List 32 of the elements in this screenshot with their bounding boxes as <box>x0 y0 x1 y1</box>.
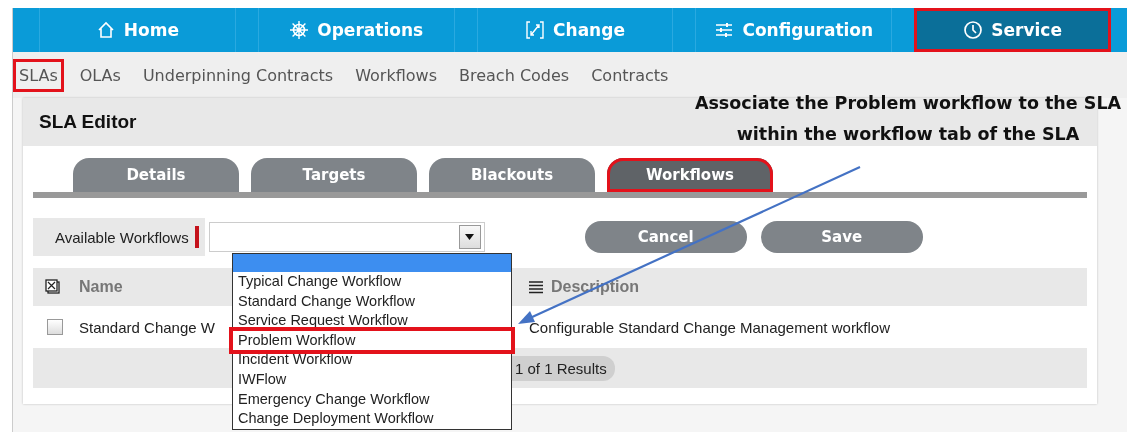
editor-tab[interactable]: Details <box>73 158 239 192</box>
select-all-icon[interactable] <box>45 279 61 295</box>
action-button[interactable]: Cancel <box>584 221 747 253</box>
caret-icon <box>465 234 475 240</box>
dropdown-option[interactable]: Emergency Change Workflow <box>233 389 511 410</box>
annotation-text: Associate the Problem workflow to the SLA within the workflow tab of the SLA <box>693 92 1123 146</box>
subnav-link[interactable]: Breach Codes <box>453 58 576 92</box>
list-icon <box>529 280 543 294</box>
subnav-link[interactable]: OLAs <box>73 58 127 92</box>
arrows-icon <box>525 20 546 40</box>
action-button[interactable]: Save <box>760 221 923 253</box>
dropdown-option[interactable]: Service Request Workflow <box>233 311 511 331</box>
subnav-link[interactable]: SLAs <box>13 58 64 92</box>
editor-tab[interactable]: Workflows <box>607 158 773 192</box>
editor-tab[interactable]: Blackouts <box>429 158 595 192</box>
ship-wheel-icon <box>289 20 310 40</box>
field-label-text: Available Workflows <box>55 228 189 246</box>
table-cell: Configurable Standard Change Management workflow <box>529 318 891 336</box>
subnav-link[interactable]: Contracts <box>585 58 675 92</box>
dropdown-button[interactable] <box>458 225 481 249</box>
panel-title: SLA Editor <box>39 111 137 133</box>
clock-icon <box>963 20 984 40</box>
row-checkbox[interactable] <box>47 319 63 335</box>
editor-tab[interactable]: Targets <box>251 158 417 192</box>
subnav-link[interactable]: Underpinning Contracts <box>136 58 340 92</box>
dropdown-option[interactable]: Change Deployment Workflow <box>233 409 511 429</box>
table-cell: Standard Change W <box>79 318 215 336</box>
subnav-link[interactable]: Workflows <box>349 58 443 92</box>
sliders-icon <box>714 20 735 40</box>
nav-tab[interactable]: Service <box>914 8 1111 52</box>
dropdown-option[interactable]: Standard Change Workflow <box>233 291 511 312</box>
dropdown-option[interactable]: Typical Change Workflow <box>233 272 511 292</box>
